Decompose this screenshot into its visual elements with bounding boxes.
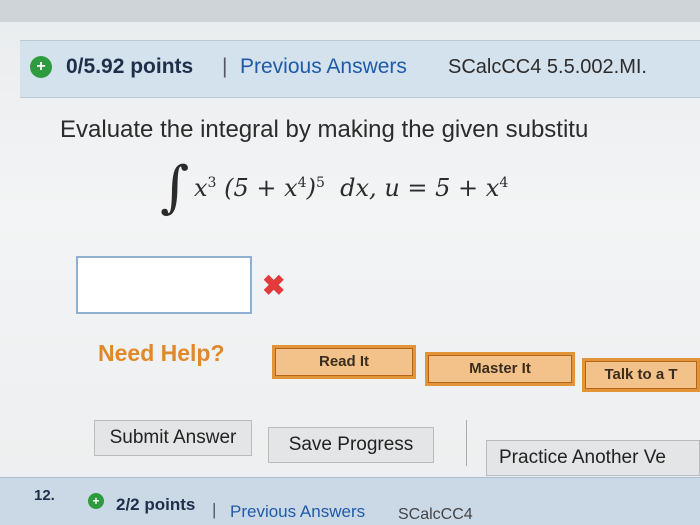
next-question-points: 2/2 points [116,495,196,514]
talk-to-tutor-button[interactable]: Talk to a T [582,358,700,392]
page: + 0/5.92 points | Previous Answers SCalc… [0,0,700,525]
read-it-button[interactable]: Read It [272,345,416,379]
question-prompt: Evaluate the integral by making the give… [60,116,589,143]
action-divider [466,420,467,466]
save-progress-button[interactable]: Save Progress [268,427,434,463]
next-expand-plus-icon[interactable]: + [88,493,104,509]
course-code: SCalcCC4 5.5.002.MI. [448,56,647,78]
question-points: 0/5.92 points [66,55,194,78]
red-x-icon: ✖ [262,270,286,301]
header-separator: | [222,55,228,78]
need-help-label: Need Help? [98,340,225,366]
integral-sign: ∫ [160,155,190,220]
submit-answer-button[interactable]: Submit Answer [94,420,252,456]
next-course-code: SCalcCC4 [398,506,473,523]
next-previous-answers-link[interactable]: Previous Answers [230,502,365,522]
next-header-separator: | [212,500,217,519]
expand-plus-icon[interactable]: + [30,56,52,78]
previous-answers-link[interactable]: Previous Answers [240,55,407,79]
next-question-number: 12. [34,487,55,504]
integrand: x3 (5 + x4)5 dx, u = 5 + x4 [194,174,509,202]
master-it-button[interactable]: Master It [425,352,575,386]
answer-input[interactable] [76,256,252,314]
practice-another-button[interactable]: Practice Another Ve [486,440,700,476]
substitution: u = 5 + x [384,174,500,202]
top-band [0,0,700,22]
